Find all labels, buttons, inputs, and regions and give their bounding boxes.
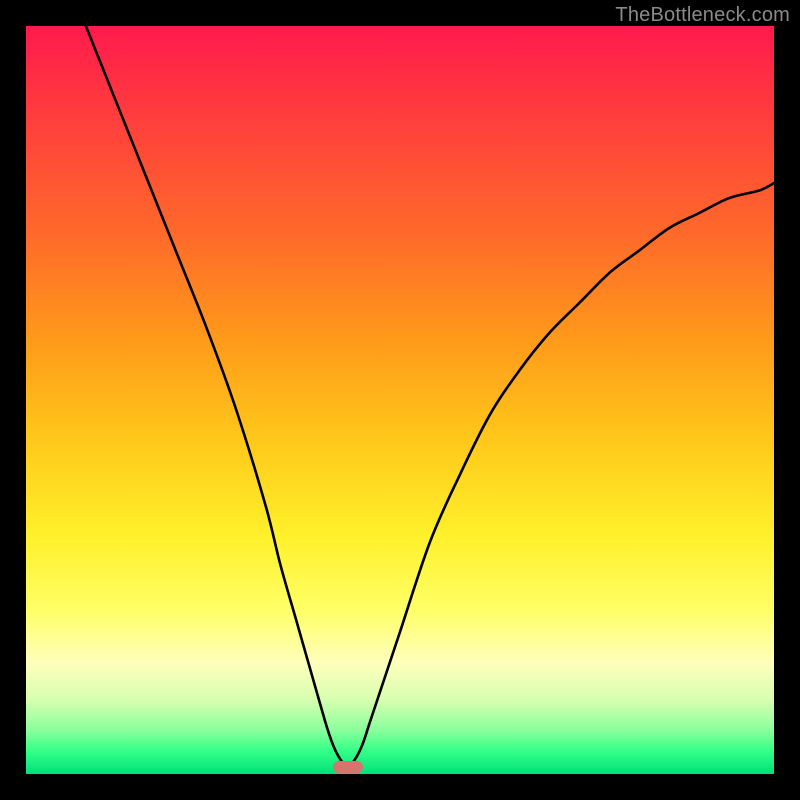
minimum-marker [333,761,363,773]
chart-frame: TheBottleneck.com [0,0,800,800]
watermark-text: TheBottleneck.com [615,4,790,27]
bottleneck-curve [26,26,774,774]
plot-area [26,26,774,774]
